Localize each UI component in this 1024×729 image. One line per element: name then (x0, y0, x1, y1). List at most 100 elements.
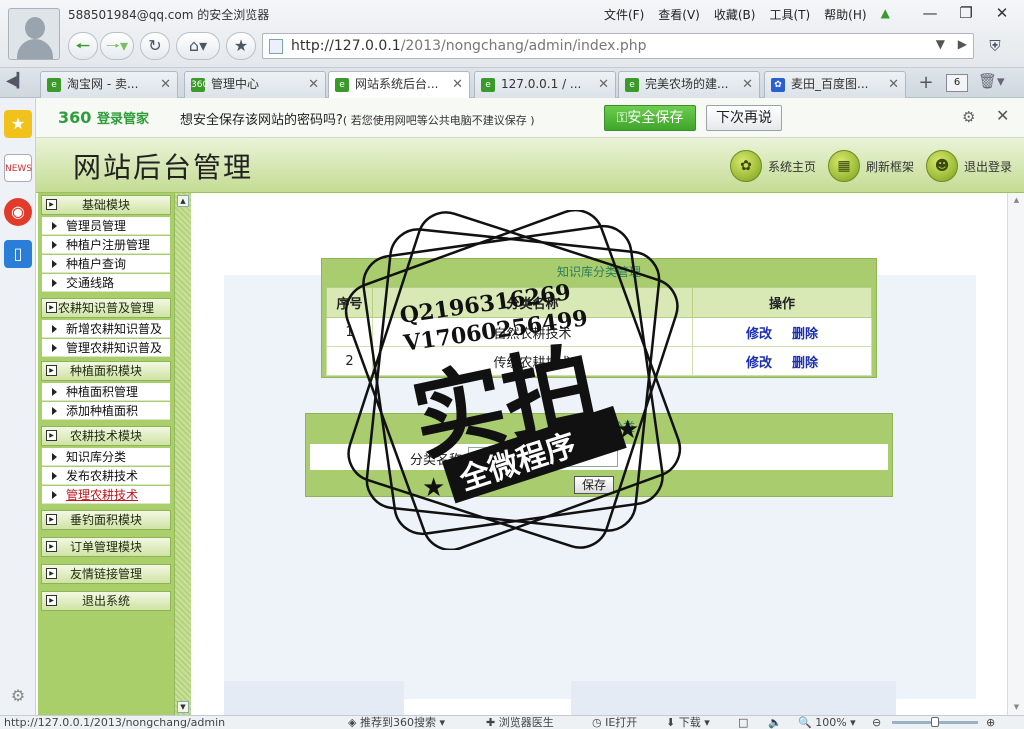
scroll-up-icon[interactable]: ▲ (1011, 195, 1022, 206)
close-window-icon[interactable]: ✕ (986, 2, 1018, 24)
menu-view[interactable]: 查看(V) (658, 6, 700, 23)
refresh-icon[interactable]: ↻ (140, 32, 170, 60)
new-tab-button[interactable]: + (912, 72, 940, 96)
menu-section-farming-tech[interactable]: ▶ 农耕技术模块 (41, 426, 171, 446)
menu-item-area-add[interactable]: 添加种植面积 (42, 402, 170, 420)
safe-save-button[interactable]: ⚿安全保存 (604, 105, 696, 131)
minimize-icon[interactable]: — (914, 2, 946, 24)
admin-left-menu: ▶ 基础模块 管理员管理 种植户注册管理 种植户查询 交通线路 ▶ 农耕知识普及管理… (38, 193, 174, 715)
back-button[interactable]: 🠐 (68, 32, 98, 60)
scroll-down-icon[interactable]: ▼ (177, 701, 189, 713)
tab-perfect-farm[interactable]: e 完美农场的建... ✕ (618, 71, 760, 98)
menu-item-publish-tech[interactable]: 发布农耕技术 (42, 467, 170, 485)
go-icon[interactable]: ▶ (958, 37, 967, 51)
menu-item-grower-register[interactable]: 种植户注册管理 (42, 236, 170, 254)
delete-link[interactable]: 删除 (792, 356, 818, 371)
menu-item-knowledge-category[interactable]: 知识库分类 (42, 448, 170, 466)
menu-item-manage-tech[interactable]: 管理农耕技术 (42, 486, 170, 504)
menu-section-fishing-area[interactable]: ▶ 垂钓面积模块 (41, 510, 171, 530)
menu-item-area-manage[interactable]: 种植面积管理 (42, 383, 170, 401)
close-icon[interactable]: ✕ (996, 106, 1009, 125)
menu-section-orders[interactable]: ▶ 订单管理模块 (41, 537, 171, 557)
menu-scrollbar[interactable]: ▲ ▼ (174, 193, 191, 715)
menu-section-friend-links[interactable]: ▶ 友情链接管理 (41, 564, 171, 584)
tab-close-icon[interactable]: ✕ (598, 72, 609, 97)
zoom-level[interactable]: 🔍 100% ▾ (798, 716, 856, 729)
browser-titlebar: 588501984@qq.com 的安全浏览器 文件(F) 查看(V) 收藏(B… (0, 0, 1024, 68)
later-button[interactable]: 下次再说 (706, 105, 782, 131)
ie-open[interactable]: ◷ IE打开 (592, 716, 637, 729)
tab-taobao[interactable]: e 淘宝网 - 卖... ✕ (40, 71, 178, 98)
menu-section-farming-knowledge[interactable]: ▶ 农耕知识普及管理 (41, 298, 171, 318)
settings-gear-icon[interactable]: ⚙ (4, 682, 32, 710)
menu-item-admin-manage[interactable]: 管理员管理 (42, 217, 170, 235)
scroll-up-icon[interactable]: ▲ (177, 195, 189, 207)
weibo-icon[interactable]: ◉ (4, 198, 32, 226)
table-row: 2 传统农耕技术 修改 删除 (326, 346, 872, 376)
delete-link[interactable]: 删除 (792, 327, 818, 342)
favorites-star-icon[interactable]: ★ (4, 110, 32, 138)
download[interactable]: ⬇ 下载 ▾ (666, 716, 710, 729)
refresh-frame-link[interactable]: ▦ 刷新框架 (828, 150, 914, 184)
menu-item-add-knowledge[interactable]: 新增农耕知识普及 (42, 320, 170, 338)
main-scrollbar[interactable]: ▲ ▼ (1007, 193, 1024, 715)
save-button[interactable]: 保存 (574, 476, 614, 494)
tab-close-icon[interactable]: ✕ (888, 72, 899, 97)
sidebar-toggle-icon[interactable]: ◀▎ (6, 73, 28, 89)
forward-button[interactable]: 🠒▾ (100, 32, 134, 60)
window-icon[interactable]: □ (738, 716, 748, 729)
shield-icon[interactable]: ⛨ (980, 33, 1010, 59)
menu-favorites[interactable]: 收藏(B) (714, 6, 756, 23)
menu-file[interactable]: 文件(F) (604, 6, 644, 23)
url-text[interactable]: http://127.0.0.1/2013/nongchang/admin/in… (291, 38, 647, 54)
volume-icon[interactable]: 🔈 (768, 716, 782, 729)
mobile-icon[interactable]: ▯ (4, 240, 32, 268)
status-url: http://127.0.0.1/2013/nongchang/admin (4, 716, 226, 729)
address-bar[interactable]: http://127.0.0.1/2013/nongchang/admin/in… (262, 33, 974, 59)
zoom-in-icon[interactable]: ⊕ (986, 716, 995, 729)
tab-site-backend[interactable]: e 网站系统后台... ✕ (328, 71, 470, 99)
tab-close-icon[interactable]: ✕ (160, 72, 171, 97)
edit-link[interactable]: 修改 (746, 356, 772, 371)
menu-section-planting-area[interactable]: ▶ 种植面积模块 (41, 361, 171, 381)
main-content-frame: 知识库分类管理 序号 分类名称 操作 1 自然农耕技术 修改 删除 2 传统农耕技… (191, 193, 1007, 715)
skin-icon[interactable]: ▲ (881, 6, 890, 23)
tab-close-icon[interactable]: ✕ (452, 72, 463, 97)
menu-tools[interactable]: 工具(T) (769, 6, 810, 23)
category-panel-title: 知识库分类管理 (556, 265, 641, 279)
restore-icon[interactable]: ❐ (950, 2, 982, 24)
zoom-slider-knob[interactable] (931, 717, 939, 727)
zoom-out-icon[interactable]: ⊖ (872, 716, 881, 729)
profile-label: 588501984@qq.com 的安全浏览器 (68, 8, 270, 22)
scroll-down-icon[interactable]: ▼ (1011, 702, 1022, 713)
menu-section-basic[interactable]: ▶ 基础模块 (41, 195, 171, 215)
menu-item-traffic-route[interactable]: 交通线路 (42, 274, 170, 292)
tab-close-icon[interactable]: ✕ (308, 72, 319, 97)
menu-item-manage-knowledge[interactable]: 管理农耕知识普及 (42, 339, 170, 357)
category-name-input[interactable] (468, 447, 618, 467)
admin-header: 网站后台管理 ✿ 系统主页 ▦ 刷新框架 ☻ 退出登录 (36, 138, 1024, 193)
trash-icon[interactable]: 🗑▾ (978, 72, 1005, 90)
favorite-star-icon[interactable]: ★ (226, 32, 256, 60)
status-bar: http://127.0.0.1/2013/nongchang/admin ◈ … (0, 715, 1024, 729)
category-table: 序号 分类名称 操作 1 自然农耕技术 修改 删除 2 传统农耕技术 修改 删除 (326, 287, 872, 376)
system-home-link[interactable]: ✿ 系统主页 (730, 150, 816, 184)
menu-section-exit[interactable]: ▶ 退出系统 (41, 591, 171, 611)
edit-link[interactable]: 修改 (746, 327, 772, 342)
recommend-360-search[interactable]: ◈ 推荐到360搜索 ▾ (348, 716, 445, 729)
news-icon[interactable]: NEWS (4, 154, 32, 182)
user-avatar[interactable] (8, 8, 60, 60)
logout-link[interactable]: ☻ 退出登录 (926, 150, 1012, 184)
menu-help[interactable]: 帮助(H) (824, 6, 866, 23)
menu-item-grower-query[interactable]: 种植户查询 (42, 255, 170, 273)
zoom-slider[interactable] (892, 717, 978, 727)
url-dropdown-icon[interactable]: ▼ (936, 37, 945, 51)
browser-doctor[interactable]: ✚ 浏览器医生 (486, 716, 554, 729)
tab-close-icon[interactable]: ✕ (742, 72, 753, 97)
gear-icon[interactable]: ⚙ (962, 108, 975, 126)
tab-phpmyadmin[interactable]: e 127.0.0.1 / ... ✕ (474, 71, 616, 98)
tab-count-badge[interactable]: 6 (946, 74, 968, 92)
home-icon[interactable]: ⌂▾ (176, 32, 220, 60)
tab-baidu-images[interactable]: ✿ 麦田_百度图... ✕ (764, 71, 906, 98)
tab-admin-center[interactable]: 360 管理中心 ✕ (184, 71, 326, 98)
